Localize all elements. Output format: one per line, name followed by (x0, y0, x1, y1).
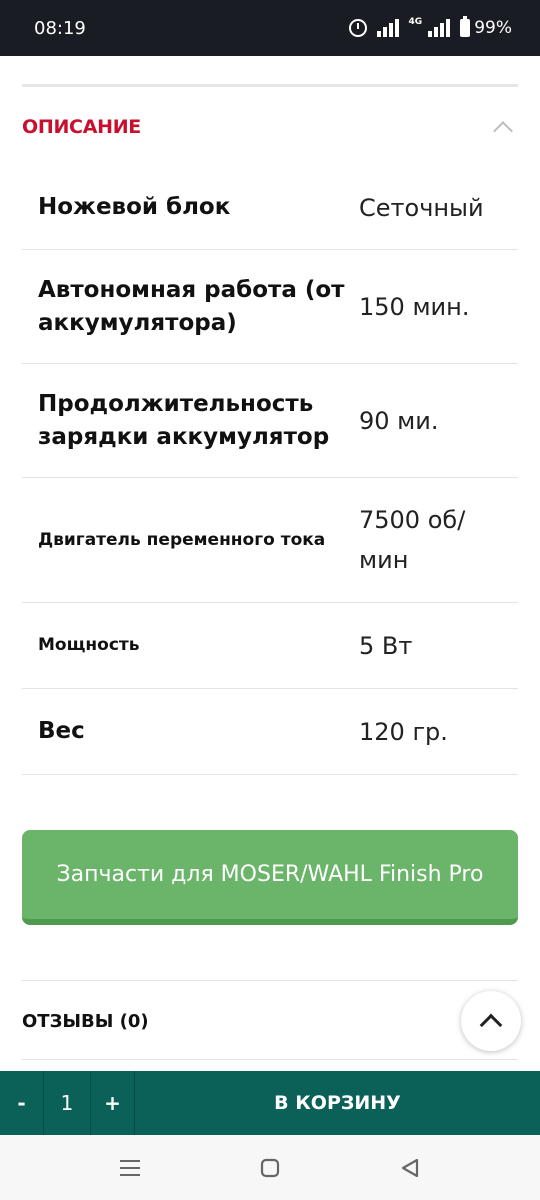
spare-parts-button[interactable]: Запчасти для MOSER/WAHL Finish Pro (22, 830, 518, 925)
divider (22, 1059, 518, 1060)
table-row: Двигатель переменного тока 7500 об/мин (22, 478, 518, 603)
add-to-cart-button[interactable]: В КОРЗИНУ (135, 1071, 540, 1135)
add-to-cart-bar: - 1 + В КОРЗИНУ (0, 1071, 540, 1135)
specs-table: Ножевой блок Сеточный Автономная работа … (22, 166, 518, 775)
quantity-increase-button[interactable]: + (91, 1071, 135, 1135)
table-row: Вес 120 гр. (22, 689, 518, 775)
cell-signal-icon (428, 19, 451, 37)
page-content: ОПИСАНИЕ Ножевой блок Сеточный Автономна… (0, 56, 540, 1071)
alarm-icon (348, 19, 367, 37)
reviews-section-title[interactable]: ОТЗЫВЫ (0) (22, 1011, 149, 1032)
spec-name: Автономная работа (от аккумулятора) (38, 276, 345, 336)
battery-icon (460, 16, 471, 37)
scroll-to-top-button[interactable] (461, 991, 521, 1051)
description-title: ОПИСАНИЕ (22, 116, 141, 138)
status-icons: 4G 99% (348, 16, 512, 38)
spec-value: 150 мин. (359, 292, 470, 321)
quantity-decrease-button[interactable]: - (0, 1071, 44, 1135)
spec-name: Двигатель переменного тока (38, 529, 326, 550)
divider (22, 84, 518, 87)
wifi-signal-icon (376, 19, 399, 37)
menu-icon[interactable] (110, 1148, 150, 1188)
spec-name: Вес (38, 718, 85, 744)
system-navigation-bar (0, 1135, 540, 1200)
spec-name: Продолжительность зарядки аккумулятор (38, 390, 330, 450)
table-row: Мощность 5 Вт (22, 603, 518, 689)
spec-value: 5 Вт (359, 631, 413, 660)
divider (22, 980, 518, 981)
table-row: Ножевой блок Сеточный (22, 166, 518, 250)
battery-level: 99% (474, 18, 512, 38)
home-icon[interactable] (250, 1148, 290, 1188)
description-header[interactable]: ОПИСАНИЕ (22, 112, 518, 142)
table-row: Автономная работа (от аккумулятора) 150 … (22, 250, 518, 364)
status-bar: 08:19 4G 99% (0, 0, 540, 56)
chevron-up-icon[interactable] (493, 121, 513, 141)
spec-value: 7500 об/мин (359, 506, 466, 574)
spec-value: Сеточный (359, 193, 484, 222)
table-row: Продолжительность зарядки аккумулятор 90… (22, 364, 518, 478)
chevron-up-icon (479, 1013, 503, 1037)
spec-value: 90 ми. (359, 406, 439, 435)
spec-name: Ножевой блок (38, 194, 231, 220)
status-time: 08:19 (34, 17, 86, 39)
spec-value: 120 гр. (359, 717, 448, 746)
back-icon[interactable] (390, 1148, 430, 1188)
network-type: 4G (408, 17, 423, 27)
quantity-input[interactable]: 1 (44, 1071, 91, 1135)
spec-name: Мощность (38, 635, 140, 655)
